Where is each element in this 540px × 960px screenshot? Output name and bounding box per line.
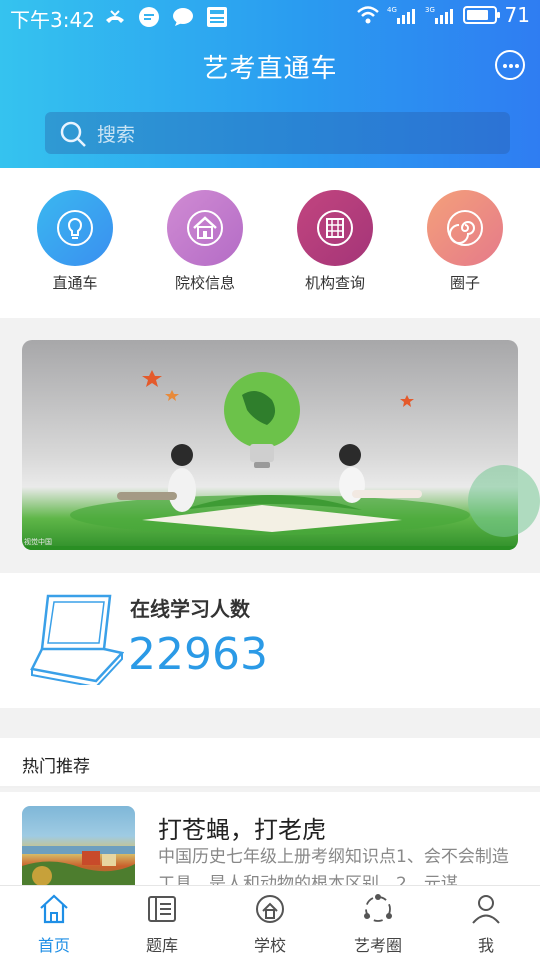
hot-recommend-header: 热门推荐 xyxy=(0,738,540,788)
status-time: 下午3:42 xyxy=(10,8,95,32)
banner-illustration xyxy=(70,370,470,535)
laptop-icon xyxy=(30,594,124,685)
chat-bubble-icon[interactable] xyxy=(495,50,525,80)
tab-school[interactable]: 学校 xyxy=(216,892,324,956)
school-pin-icon xyxy=(256,895,284,923)
tab-label: 题库 xyxy=(145,936,178,955)
list-item[interactable]: 打苍蝇，打老虎 中国历史七年级上册考纲知识点1、会不会制造工具，是人和动物的根本… xyxy=(0,792,540,892)
hot-recommend-title: 热门推荐 xyxy=(22,757,90,777)
chat-app-icon xyxy=(139,7,159,27)
search-input[interactable]: 搜索 xyxy=(97,120,135,147)
tab-home[interactable]: 首页 xyxy=(0,892,108,956)
quick-link-label: 圈子 xyxy=(449,274,480,292)
question-bank-icon xyxy=(148,896,176,922)
missed-call-icon xyxy=(106,10,124,23)
spiral-icon xyxy=(427,190,503,266)
tab-label: 首页 xyxy=(37,936,70,955)
banner-progress xyxy=(22,546,518,550)
banner-section: 视觉中国 xyxy=(0,318,540,573)
signal-4g-label: 4G xyxy=(387,6,397,14)
app-header: 下午3:42 4G 3G 71 艺考直通车 搜索 xyxy=(0,0,540,168)
quick-link-school-info[interactable]: 院校信息 xyxy=(150,190,260,293)
quick-link-circle[interactable]: 圈子 xyxy=(410,190,520,293)
signal-3g-label: 3G xyxy=(425,6,435,14)
quick-link-label: 机构查询 xyxy=(304,274,365,292)
page-title: 艺考直通车 xyxy=(202,54,338,84)
battery-icon xyxy=(462,6,500,24)
wifi-icon xyxy=(356,6,379,24)
building-grid-icon xyxy=(297,190,373,266)
online-learners-card: 在线学习人数 22963 xyxy=(0,573,540,708)
school-icon xyxy=(167,190,243,266)
online-count: 22963 xyxy=(128,629,268,680)
circle-network-icon xyxy=(364,894,392,922)
notification-icons xyxy=(104,6,228,28)
news-icon xyxy=(207,7,227,27)
home-icon xyxy=(40,894,68,924)
quick-links: 直通车 院校信息 机构查询 圈子 xyxy=(0,168,540,318)
bottom-tab-bar: 首页 题库 学校 艺考圈 我 xyxy=(0,885,540,960)
signal-3g-icon: 3G xyxy=(425,6,453,24)
signal-4g-icon: 4G xyxy=(387,6,415,24)
search-icon xyxy=(60,121,86,147)
search-bar[interactable]: 搜索 xyxy=(45,112,510,154)
quick-link-org-search[interactable]: 机构查询 xyxy=(280,190,390,293)
tab-label: 学校 xyxy=(253,936,286,955)
tab-me[interactable]: 我 xyxy=(432,892,540,956)
tab-question-bank[interactable]: 题库 xyxy=(108,892,216,956)
article-thumbnail xyxy=(22,806,135,892)
tab-label: 我 xyxy=(477,936,494,955)
banner-carousel[interactable]: 视觉中国 xyxy=(22,340,518,550)
lightbulb-icon xyxy=(37,190,113,266)
user-icon xyxy=(472,895,500,924)
article-title: 打苍蝇，打老虎 xyxy=(158,816,326,844)
tab-art-circle[interactable]: 艺考圈 xyxy=(324,892,432,956)
tab-label: 艺考圈 xyxy=(353,936,402,955)
floating-action-bubble[interactable] xyxy=(468,465,540,537)
quick-link-label: 院校信息 xyxy=(174,274,235,292)
battery-level: 71 xyxy=(504,3,530,27)
online-label: 在线学习人数 xyxy=(130,597,250,621)
quick-link-zhitongche[interactable]: 直通车 xyxy=(20,190,130,293)
quick-link-label: 直通车 xyxy=(52,274,98,292)
message-icon xyxy=(173,8,193,26)
status-bar: 下午3:42 4G 3G 71 xyxy=(0,0,540,34)
system-status: 4G 3G 71 xyxy=(356,3,530,27)
